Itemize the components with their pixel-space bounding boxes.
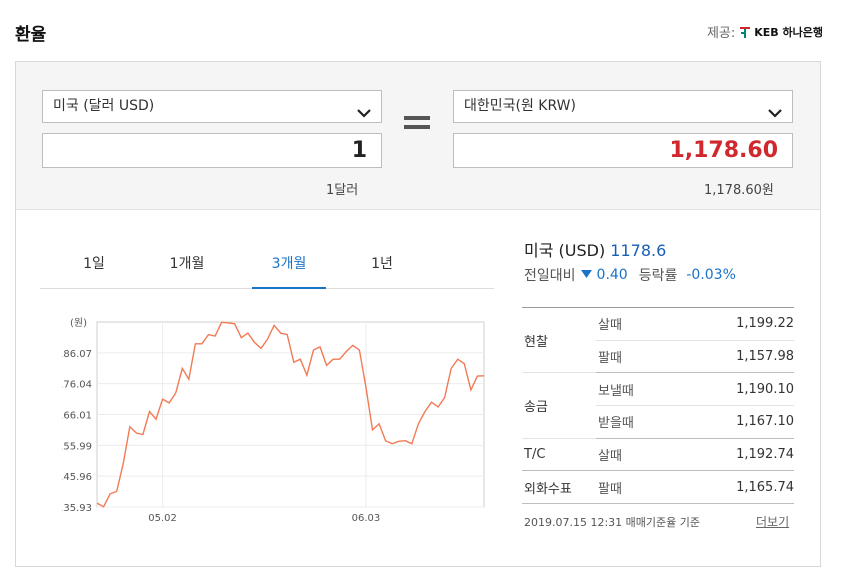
change-rate-label: 등락률: [638, 268, 678, 284]
transfer-label: 송금: [522, 372, 596, 439]
x-tick-label: 06.03: [352, 513, 381, 524]
to-amount-input[interactable]: 1,178.60: [453, 133, 793, 168]
source-label: 제공:: [706, 26, 736, 41]
table-row: 외화수표 팔때 1,165.74: [522, 470, 794, 505]
table-row: T/C 살때 1,192.74: [522, 438, 794, 472]
cash-sell-value: 1,157.98: [686, 340, 794, 374]
y-tick-label: 1155.99: [62, 441, 92, 452]
tab-3-months[interactable]: 3개월: [252, 253, 326, 273]
from-currency-label: 미국 (달러 USD): [53, 98, 155, 114]
from-amount-input[interactable]: 1: [42, 133, 382, 168]
currency-summary: 미국 (USD) 1178.6: [524, 237, 666, 261]
x-tick-label: 05.02: [148, 513, 177, 524]
to-amount-caption: 1,178.60원: [704, 183, 774, 198]
down-arrow-icon: [580, 267, 592, 283]
change-row: 전일대비 0.40 등락률 -0.03%: [524, 265, 736, 285]
page-title: 환율: [15, 25, 47, 45]
transfer-send-value: 1,190.10: [686, 372, 794, 407]
table-row: 송금 보낼때 1,190.10: [522, 372, 794, 439]
currency-name: 미국 (USD): [524, 241, 606, 260]
current-rate: 1178.6: [610, 241, 667, 260]
bank-logo[interactable]: KEB 하나은행: [739, 24, 823, 40]
to-currency-select[interactable]: 대한민국(원 KRW): [453, 90, 793, 123]
transfer-receive-label: 받을때: [596, 405, 686, 439]
source-credit: 제공: KEB 하나은행: [706, 22, 823, 42]
timestamp: 2019.07.15 12:31 매매기준율 기준: [524, 516, 701, 529]
rates-table: 현찰 살때 1,199.22 팔때 1,157.98 송금 보낼때 1,190.…: [522, 306, 794, 505]
bank-name: KEB 하나은행: [754, 25, 823, 39]
tc-label: T/C: [522, 438, 596, 472]
y-tick-label: 1145.96: [62, 472, 92, 483]
change-rate-value: -0.03%: [686, 267, 736, 283]
tc-buy-label: 살때: [596, 438, 686, 472]
change-value: 0.40: [596, 267, 628, 283]
tab-1-month[interactable]: 1개월: [150, 253, 224, 273]
cash-label: 현찰: [522, 306, 596, 374]
tc-buy-value: 1,192.74: [686, 438, 794, 472]
table-row: 현찰 살때 1,199.22: [522, 306, 794, 374]
from-amount-caption: 1달러: [326, 183, 359, 198]
tab-1-day[interactable]: 1일: [57, 253, 131, 273]
transfer-send-label: 보낼때: [596, 372, 686, 407]
chevron-down-icon: [357, 100, 371, 118]
bank-logo-icon: [739, 26, 751, 38]
chevron-down-icon: [768, 100, 782, 118]
active-tab-indicator: [252, 287, 326, 289]
cash-buy-label: 살때: [596, 307, 686, 341]
tab-1-year[interactable]: 1년: [345, 253, 419, 273]
foreign-check-sell-label: 팔때: [596, 470, 686, 505]
foreign-check-label: 외화수표: [522, 470, 596, 505]
cash-buy-value: 1,199.22: [686, 307, 794, 341]
change-label: 전일대비: [524, 268, 576, 284]
exchange-rate-chart: 1186.07 1176.04 1166.01 1155.99 1145.96 1135.…: [62, 317, 485, 524]
y-tick-label: 1186.07: [62, 349, 92, 360]
from-currency-select[interactable]: 미국 (달러 USD): [42, 90, 382, 123]
y-tick-label: 1166.01: [62, 411, 92, 422]
y-tick-label: 1135.93: [62, 503, 92, 514]
y-tick-label: 1176.04: [62, 380, 92, 391]
more-link[interactable]: 더보기: [756, 513, 789, 530]
foreign-check-sell-value: 1,165.74: [686, 470, 794, 505]
transfer-receive-value: 1,167.10: [686, 405, 794, 439]
y-axis-label: (원): [70, 317, 87, 329]
cash-sell-label: 팔때: [596, 340, 686, 374]
to-currency-label: 대한민국(원 KRW): [464, 98, 576, 114]
equals-icon: [404, 116, 430, 130]
